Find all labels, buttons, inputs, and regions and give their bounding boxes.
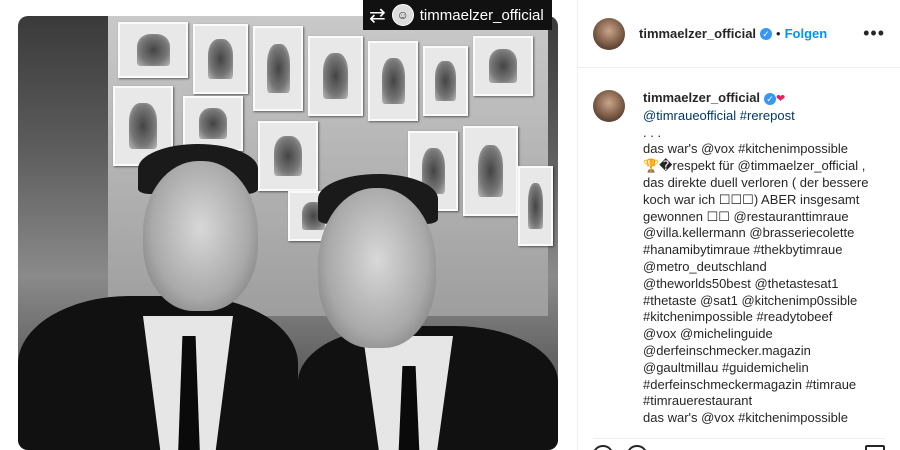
action-bar [593,438,885,450]
caption-line: @theworlds50best @thetastesat1 [643,275,839,291]
wall-photo [473,36,533,96]
post-photo[interactable]: ⇄ ☺ timmaelzer_official [0,0,577,450]
author-username[interactable]: timmaelzer_official [639,26,756,41]
wall-photo [518,166,553,246]
wall-photo [258,121,318,191]
wall-photo [118,22,188,78]
caption-line: @metro_deutschland [643,258,767,274]
author-avatar[interactable] [593,17,625,50]
more-options-icon[interactable]: ••• [863,23,885,44]
repost-username: timmaelzer_official [419,6,544,24]
caption-username[interactable]: timmaelzer_official [643,90,760,105]
wall-photo [463,126,518,216]
caption-line: . . . [643,124,662,140]
comment-icon[interactable] [627,445,647,450]
caption-line: gewonnen ☐☐ @restauranttimraue [643,208,849,224]
caption-line: das war's @vox #kitchenimpossible [643,141,848,157]
caption-line[interactable]: @timraueofficial #rerepost [643,108,868,125]
wall-photo [368,41,418,121]
like-icon[interactable] [593,445,613,450]
follow-button[interactable]: Folgen [785,26,828,41]
caption-line: #derfeinschmeckermagazin #timraue [643,376,857,392]
post-sidebar: timmaelzer_official ✓ • Folgen ••• timma… [577,0,900,450]
photo-frame [18,16,558,450]
verified-icon: ✓ [764,92,777,105]
caption-line: #timrauerestaurant [643,393,753,409]
verified-icon: ✓ [760,27,773,40]
caption-line: @derfeinschmecker.magazin [643,342,811,358]
caption-line: #thetaste @sat1 @kitchenimp0ssible [643,292,858,308]
wall-photo [308,36,363,116]
caption-line: @vox @michelinguide [643,326,773,342]
caption-line: #kitchenimpossible #readytobeef [643,309,833,325]
repost-badge: ⇄ ☺ timmaelzer_official [363,0,552,30]
caption-line: koch war ich ☐☐☐) ABER insgesamt [643,191,860,207]
bookmark-icon[interactable] [865,445,885,450]
repost-icon: ⇄ [369,4,386,27]
caption-line: das direkte duell verloren ( der bessere [643,174,869,190]
caption-line: 🏆�respekt für @timmaelzer_official , [643,158,866,174]
caption-line: @gaultmillau #guidemichelin [643,359,809,375]
repost-avatar: ☺ [391,4,414,26]
caption-avatar[interactable] [593,90,625,122]
caption-line: das war's @vox #kitchenimpossible [643,410,848,426]
caption-line: @villa.kellermann @brasseriecolette [643,225,855,241]
post-header: timmaelzer_official ✓ • Folgen ••• [578,0,900,68]
wall-photo [423,46,468,116]
wall-photo [183,96,243,151]
caption-line: #hanamibytimraue #thekbytimraue [643,242,843,258]
heart-icon: ❤ [776,93,786,105]
separator-dot: • [776,26,781,41]
caption-comment: timmaelzer_official ✓ ❤ @timraueofficial #… [593,90,890,427]
caption-text: timmaelzer_official ✓ ❤ @timraueofficial #… [643,90,868,427]
wall-photo [253,26,303,111]
wall-photo [193,24,248,94]
